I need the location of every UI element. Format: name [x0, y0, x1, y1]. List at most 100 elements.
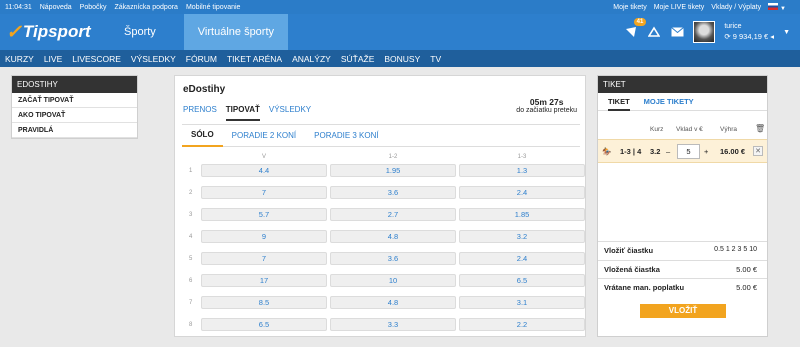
odds-button[interactable]: 4.4 [201, 164, 327, 177]
betting-panel: eDostihy 05m 27s do začiatku preteku PRE… [174, 75, 586, 337]
tab-stream[interactable]: PRENOS [183, 105, 217, 121]
odds-button[interactable]: 4.8 [330, 230, 456, 243]
nav-forum[interactable]: FÓRUM [181, 54, 222, 64]
odds-row: 7 8.5 4.8 3.1 [183, 296, 585, 309]
odds-button[interactable]: 3.6 [330, 252, 456, 265]
quick-amounts[interactable]: 0.5 1 2 3 5 10 [714, 246, 757, 253]
nav-live[interactable]: LIVE [39, 54, 67, 64]
chevron-down-icon[interactable]: ▼ [783, 29, 790, 36]
odds-button[interactable]: 5.7 [201, 208, 327, 221]
avatar[interactable] [693, 21, 716, 43]
tab-virtual-sports[interactable]: Virtuálne športy [183, 14, 289, 50]
nav-contests[interactable]: SÚŤAŽE [336, 54, 380, 64]
link-deposits[interactable]: Vklady / Výplaty [711, 4, 761, 11]
username: turice [724, 23, 742, 30]
stake-total-label: Vložená čiastka [604, 265, 660, 274]
nav-kurzy[interactable]: KURZY [0, 54, 39, 64]
balance: 9 934,19 [732, 32, 762, 41]
odds-button[interactable]: 8.5 [201, 296, 327, 309]
tab-sports[interactable]: Športy [110, 14, 170, 50]
trash-icon[interactable]: 🗑 [755, 124, 765, 133]
stats-button[interactable] [647, 25, 661, 39]
place-bet-button[interactable]: VLOŽIŤ [640, 304, 726, 318]
header-stake: Vklad v € [676, 126, 703, 133]
link-mobile[interactable]: Mobilné tipovanie [186, 4, 240, 11]
menu-item-rules[interactable]: PRAVIDLÁ [12, 123, 137, 138]
stake-input[interactable]: 5 [677, 144, 700, 159]
nav-bonuses[interactable]: BONUSY [379, 54, 425, 64]
odds-button[interactable]: 6.5 [201, 318, 327, 331]
race-countdown: 05m 27s do začiatku preteku [516, 97, 577, 114]
tab-results[interactable]: VÝSLEDKY [269, 105, 311, 121]
bet-win: 16.00 € [720, 147, 746, 156]
menu-item-start[interactable]: ZAČAŤ TIPOVAŤ [12, 93, 137, 108]
tab-solo[interactable]: SÓLO [182, 124, 223, 147]
tab-ticket[interactable]: TIKET [608, 93, 630, 111]
chevron-down-icon: ▼ [780, 5, 786, 12]
remove-bet-button[interactable]: ✕ [753, 146, 763, 156]
ticket-title: TIKET [598, 76, 767, 93]
nav-tv[interactable]: TV [425, 54, 446, 64]
nav-results[interactable]: VÝSLEDKY [126, 54, 181, 64]
chevron-left-icon: ◂ [770, 32, 775, 41]
odds-row: 5 7 3.6 2.4 [183, 252, 585, 265]
notification-badge: 41 [633, 18, 647, 26]
odds-button[interactable]: 2.4 [459, 186, 585, 199]
nav-ticket-arena[interactable]: TIKET ARÉNA [222, 54, 287, 64]
menu-item-how-to[interactable]: AKO TIPOVAŤ [12, 108, 137, 123]
tab-order-3[interactable]: PORADIE 3 KONÍ [305, 131, 387, 140]
stake-decrease-button[interactable]: – [666, 147, 670, 156]
stake-increase-button[interactable]: + [704, 147, 708, 156]
bet-header: Kurz Vklad v € Výhra 🗑 [598, 124, 767, 138]
bet-odds: 3.2 [650, 147, 661, 156]
messages-button[interactable] [670, 25, 684, 39]
odds-row: 3 5.7 2.7 1.85 [183, 208, 585, 221]
link-support[interactable]: Zákaznícka podpora [115, 4, 178, 11]
header-win: Výhra [720, 126, 737, 133]
divider [598, 278, 767, 279]
link-branches[interactable]: Pobočky [80, 4, 107, 11]
horse-icon: 🏇 [602, 147, 612, 156]
notifications-button[interactable]: 41 [624, 18, 647, 39]
odds-button[interactable]: 6.5 [459, 274, 585, 287]
odds-button[interactable]: 3.2 [459, 230, 585, 243]
ticket-panel: TIKET TIKET MOJE TIKETY Kurz Vklad v € V… [597, 75, 768, 337]
odds-button[interactable]: 10 [330, 274, 456, 287]
odds-button[interactable]: 1.3 [459, 164, 585, 177]
horse-number: 2 [189, 190, 193, 196]
nav-livescore[interactable]: LIVESCORE [67, 54, 126, 64]
nav-analyses[interactable]: ANALÝZY [287, 54, 336, 64]
horse-number: 4 [189, 234, 193, 240]
amount-label: Vložiť čiastku [604, 246, 654, 255]
link-my-live-tickets[interactable]: Moje LIVE tikety [654, 4, 705, 11]
odds-button[interactable]: 2.4 [459, 252, 585, 265]
odds-button[interactable]: 3.3 [330, 318, 456, 331]
odds-row: 2 7 3.6 2.4 [183, 186, 585, 199]
ticket-icon [626, 27, 637, 37]
odds-button[interactable]: 4.8 [330, 296, 456, 309]
odds-button[interactable]: 2.7 [330, 208, 456, 221]
link-my-tickets[interactable]: Moje tikety [613, 4, 646, 11]
logo[interactable]: ✓ Tipsport [0, 21, 110, 44]
odds-row: 8 6.5 3.3 2.2 [183, 318, 585, 331]
tab-my-tickets[interactable]: MOJE TIKETY [644, 97, 694, 106]
odds-button[interactable]: 9 [201, 230, 327, 243]
ticket-tabs: TIKET MOJE TIKETY [598, 93, 767, 111]
odds-button[interactable]: 7 [201, 186, 327, 199]
odds-button[interactable]: 17 [201, 274, 327, 287]
odds-row: 4 9 4.8 3.2 [183, 230, 585, 243]
odds-button[interactable]: 3.6 [330, 186, 456, 199]
countdown-value: 05m 27s [529, 97, 564, 107]
user-info[interactable]: turice ⟳ 9 934,19 € ◂ [724, 22, 774, 42]
clock: 11:04:31 [5, 3, 32, 11]
odds-button[interactable]: 1.95 [330, 164, 456, 177]
divider [598, 241, 767, 242]
link-help[interactable]: Nápoveda [40, 4, 72, 11]
odds-button[interactable]: 1.85 [459, 208, 585, 221]
odds-button[interactable]: 7 [201, 252, 327, 265]
odds-button[interactable]: 3.1 [459, 296, 585, 309]
language-selector[interactable]: ▼ [768, 2, 786, 12]
tab-bet[interactable]: TIPOVAŤ [225, 105, 260, 121]
tab-order-2[interactable]: PORADIE 2 KONÍ [223, 131, 305, 140]
odds-button[interactable]: 2.2 [459, 318, 585, 331]
